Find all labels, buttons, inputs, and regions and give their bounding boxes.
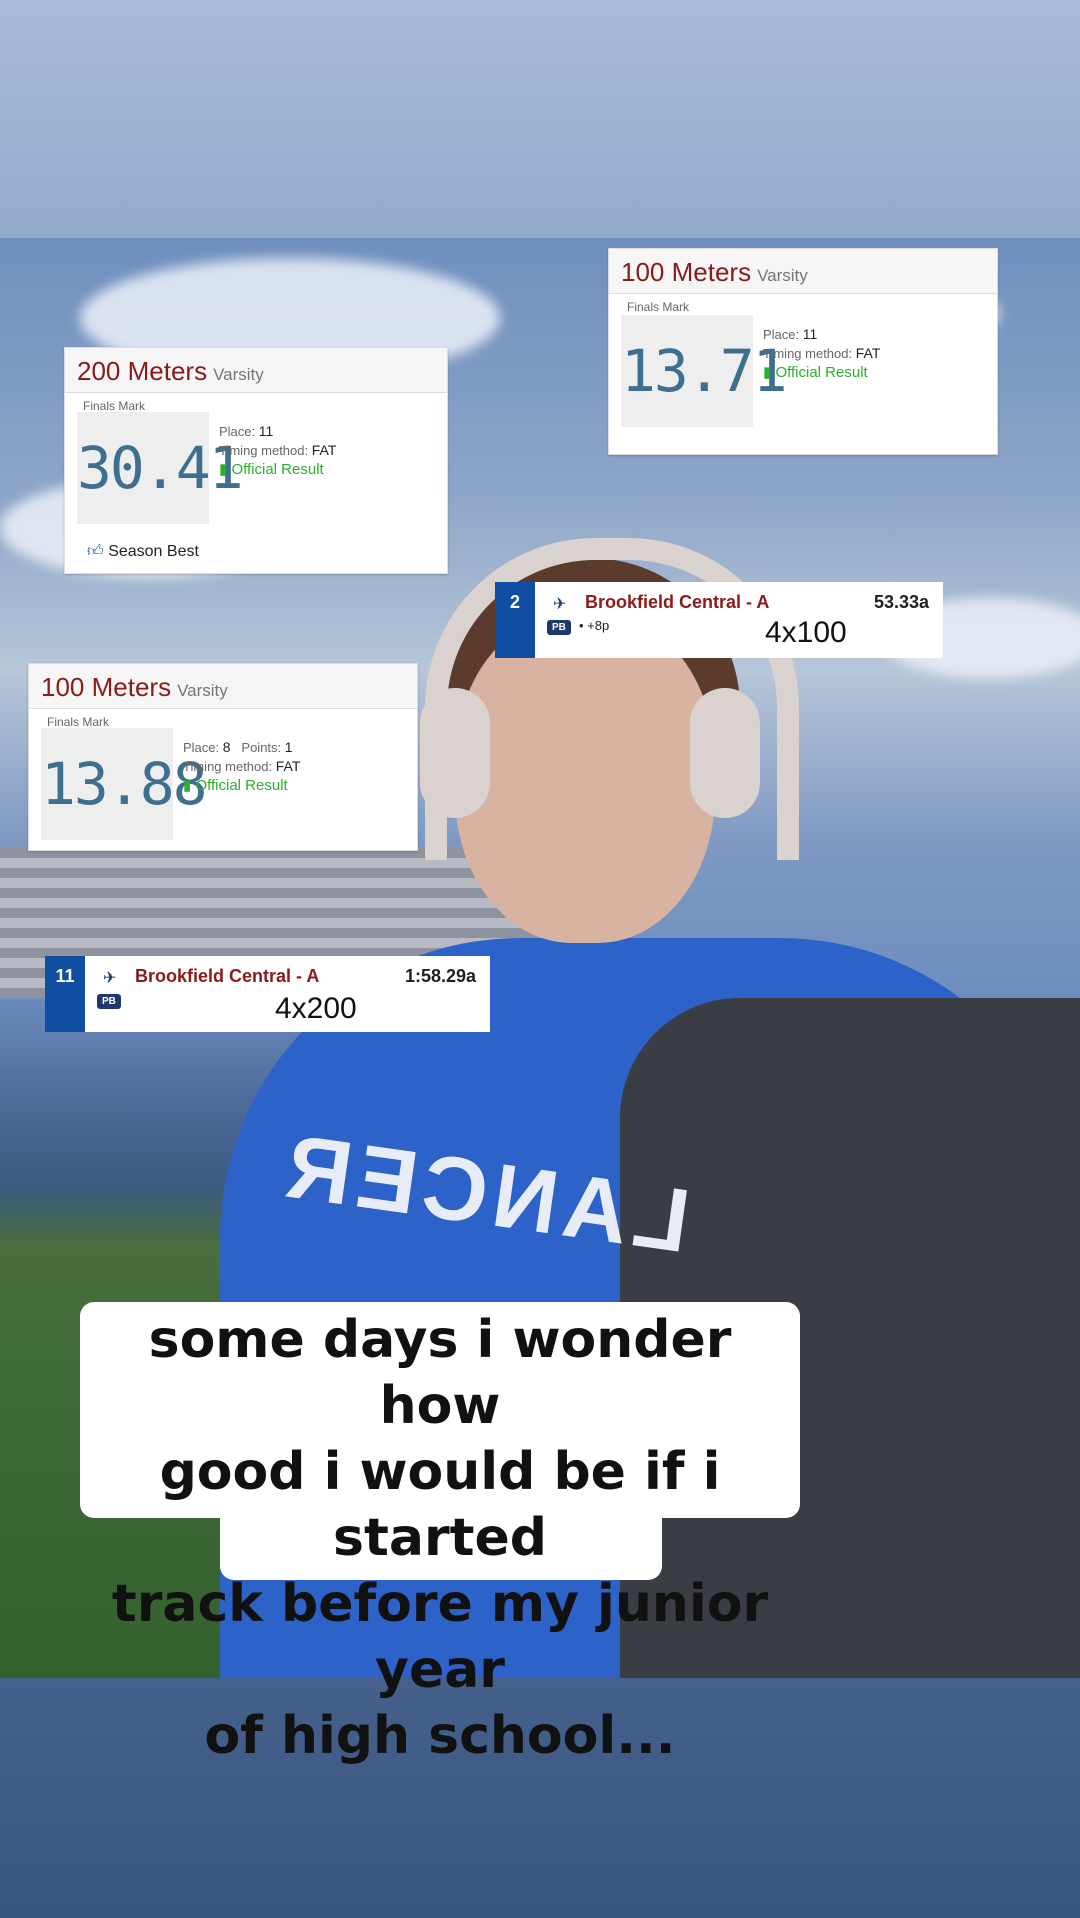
- finals-mark-value: 13.88: [41, 728, 208, 840]
- caption-text: some days i wonder how good i would be i…: [80, 1307, 800, 1769]
- relay-time: 1:58.29a: [404, 966, 476, 986]
- place-value: 8: [222, 739, 231, 755]
- timing-value: FAT: [311, 442, 337, 458]
- event-level: Varsity: [757, 266, 808, 285]
- event-level: Varsity: [213, 365, 264, 384]
- official-result-label: Official Result: [775, 364, 868, 381]
- finals-mark-value: 13.71: [621, 315, 788, 427]
- relay-time: 53.33a: [873, 592, 929, 612]
- place-value: 11: [258, 423, 274, 439]
- relay-result-4x200: 11 ✈ Brookfield Central - A 1:58.29a PB …: [45, 956, 490, 1032]
- finals-mark-label: Finals Mark: [83, 399, 146, 413]
- caption-line-2: good i would be if i started: [159, 1442, 721, 1568]
- result-info: Place: 8 Points: 1 Timing method: FAT ▮ …: [183, 738, 300, 795]
- points-label: Points:: [241, 740, 282, 755]
- top-background-band: [0, 0, 1080, 238]
- finals-mark-label: Finals Mark: [47, 715, 110, 729]
- result-info: Place: 11 Timing method: FAT ▮ Official …: [219, 422, 336, 479]
- official-result-link[interactable]: ▮ Official Result: [183, 776, 300, 795]
- points-value: 1: [284, 739, 293, 755]
- place-label: Place:: [763, 327, 800, 342]
- official-result-label: Official Result: [231, 461, 324, 478]
- place-label: Place:: [183, 740, 220, 755]
- document-icon: ▮: [763, 364, 772, 381]
- school-logo-icon: ✈: [553, 596, 567, 613]
- event-level: Varsity: [177, 681, 228, 700]
- relay-place: 11: [45, 956, 85, 1032]
- caption-line-3: track before my junior year: [111, 1574, 769, 1700]
- caption-line-4: of high school...: [204, 1706, 676, 1766]
- relay-event-label: 4x200: [261, 990, 371, 1028]
- relay-team-name: Brookfield Central - A: [135, 966, 320, 986]
- relay-place: 2: [495, 582, 535, 658]
- school-logo-icon: ✈: [103, 970, 117, 987]
- official-result-link[interactable]: ▮ Official Result: [763, 363, 880, 382]
- card-header: 100 Meters Varsity: [609, 249, 997, 294]
- official-result-label: Official Result: [195, 777, 288, 794]
- pb-badge: PB: [547, 620, 571, 635]
- headphone-earcup-left: [420, 688, 490, 818]
- season-best: 👍︎ Season Best: [87, 542, 199, 561]
- relay-extra: • +8p: [579, 618, 610, 633]
- event-name: 200 Meters: [77, 356, 208, 386]
- relay-event-label: 4x100: [751, 614, 861, 652]
- pb-badge: PB: [97, 994, 121, 1009]
- thumbs-up-icon: 👍︎: [87, 543, 104, 560]
- document-icon: ▮: [219, 461, 228, 478]
- document-icon: ▮: [183, 777, 192, 794]
- headphone-earcup-right: [690, 688, 760, 818]
- relay-team-name: Brookfield Central - A: [585, 592, 770, 612]
- official-result-link[interactable]: ▮ Official Result: [219, 460, 336, 479]
- card-header: 200 Meters Varsity: [65, 348, 447, 393]
- card-header: 100 Meters Varsity: [29, 664, 417, 709]
- caption-line-1: some days i wonder how: [148, 1310, 732, 1436]
- season-best-label: Season Best: [108, 543, 199, 560]
- timing-value: FAT: [855, 345, 881, 361]
- event-name: 100 Meters: [41, 672, 172, 702]
- place-label: Place:: [219, 424, 256, 439]
- timing-label: Timing method:: [763, 346, 853, 361]
- result-info: Place: 11 Timing method: FAT ▮ Official …: [763, 325, 880, 382]
- finals-mark-label: Finals Mark: [627, 300, 690, 314]
- result-card-200m: 200 Meters Varsity Finals Mark 30.41 Plac…: [64, 347, 448, 574]
- result-card-100m-top: 100 Meters Varsity Finals Mark 13.71 Plac…: [608, 248, 998, 455]
- timing-label: Timing method:: [219, 443, 309, 458]
- place-value: 11: [802, 326, 818, 342]
- timing-label: Timing method:: [183, 759, 273, 774]
- event-name: 100 Meters: [621, 257, 752, 287]
- relay-result-4x100: 2 ✈ Brookfield Central - A 53.33a PB • +…: [495, 582, 943, 658]
- result-card-100m-left: 100 Meters Varsity Finals Mark 13.88 Plac…: [28, 663, 418, 851]
- timing-value: FAT: [275, 758, 301, 774]
- finals-mark-value: 30.41: [77, 412, 244, 524]
